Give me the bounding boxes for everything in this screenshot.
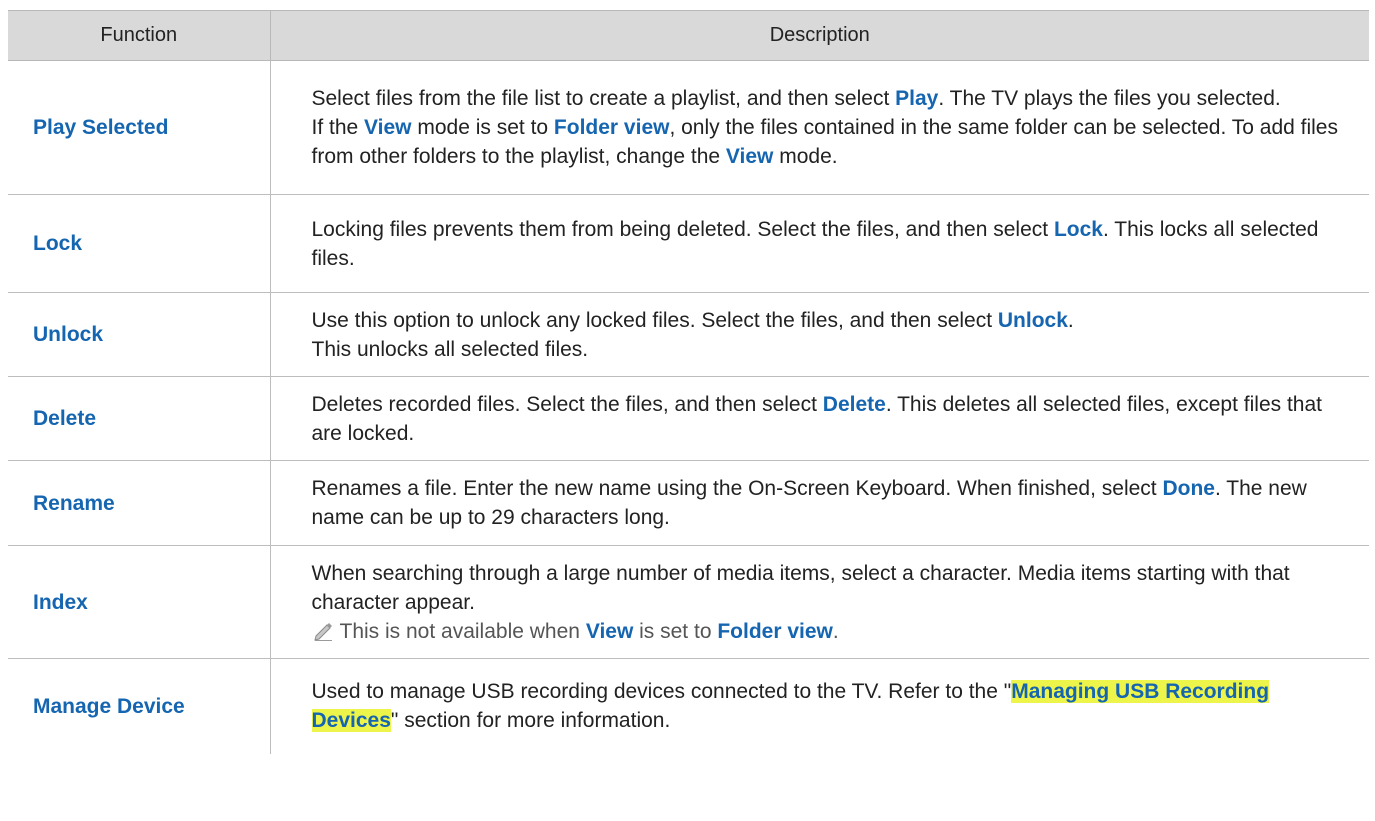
description-line: When searching through a large number of…: [312, 559, 1342, 617]
table-row: Unlock Use this option to unlock any lock…: [8, 292, 1369, 377]
description-text: . The TV plays the files you selected.: [938, 87, 1281, 110]
description-line: If the View mode is set to Folder view, …: [312, 113, 1342, 171]
function-table-wrapper: Function Description Play Selected Select…: [8, 10, 1369, 754]
function-name: Rename: [8, 460, 270, 546]
table-row: Rename Renames a file. Enter the new name…: [8, 460, 1369, 546]
description-text: If the: [311, 116, 365, 139]
function-name: Play Selected: [8, 60, 270, 195]
ui-keyword: View: [585, 619, 634, 643]
description-line: Select files from the file list to creat…: [312, 84, 1342, 113]
description-text: Renames a file. Enter the new name using…: [311, 477, 1163, 500]
description-line: This unlocks all selected files.: [312, 335, 1342, 364]
function-description: When searching through a large number of…: [269, 545, 1369, 659]
description-line: This is not available when View is set t…: [312, 617, 1342, 646]
description-text: mode.: [773, 145, 838, 168]
ui-keyword: Lock: [1053, 217, 1103, 241]
function-name: Index: [8, 545, 270, 659]
column-header-function: Function: [8, 10, 270, 61]
description-line: Used to manage USB recording devices con…: [311, 677, 1342, 735]
description-line: Use this option to unlock any locked fil…: [312, 306, 1342, 335]
description-text: " section for more information.: [390, 709, 671, 733]
description-text: .: [832, 619, 839, 643]
ui-keyword: View: [364, 116, 412, 139]
description-text: Locking files prevents them from being d…: [311, 217, 1054, 241]
table-row: Play Selected Select files from the file …: [8, 60, 1369, 195]
table-row: Index When searching through a large numb…: [8, 545, 1369, 659]
function-description: Deletes recorded files. Select the files…: [269, 376, 1369, 461]
description-text: Use this option to unlock any locked fil…: [311, 308, 998, 332]
column-header-description: Description: [269, 10, 1369, 61]
description-text: Used to manage USB recording devices con…: [311, 680, 1012, 704]
table-row: Lock Locking files prevents them from bei…: [8, 194, 1369, 293]
description-text: This unlocks all selected files.: [311, 337, 589, 361]
function-description: Renames a file. Enter the new name using…: [269, 460, 1369, 546]
table-header-row: Function Description: [8, 10, 1369, 61]
description-text: is set to: [633, 619, 718, 643]
description-text: Select files from the file list to creat…: [311, 87, 896, 110]
description-text: Deletes recorded files. Select the files…: [311, 392, 823, 416]
ui-keyword: Delete: [822, 392, 886, 416]
function-description: Locking files prevents them from being d…: [269, 194, 1369, 293]
ui-keyword: Folder view: [553, 116, 670, 139]
description-text: When searching through a large number of…: [311, 561, 1290, 614]
function-name: Unlock: [8, 292, 270, 377]
ui-keyword: Done: [1162, 477, 1215, 500]
ui-keyword: Play: [895, 87, 939, 110]
description-line: Renames a file. Enter the new name using…: [312, 474, 1342, 532]
description-line: Deletes recorded files. Select the files…: [312, 390, 1342, 448]
function-description: Used to manage USB recording devices con…: [269, 658, 1369, 754]
ui-keyword: Folder view: [717, 619, 833, 643]
ui-keyword: Unlock: [997, 308, 1068, 332]
table-row: Manage Device Used to manage USB recordin…: [8, 658, 1369, 754]
function-table: Function Description Play Selected Select…: [8, 10, 1369, 754]
function-name: Lock: [8, 194, 270, 293]
table-row: Delete Deletes recorded files. Select the…: [8, 376, 1369, 461]
description-line: Locking files prevents them from being d…: [312, 215, 1342, 273]
description-text: .: [1067, 308, 1074, 332]
function-description: Use this option to unlock any locked fil…: [269, 292, 1369, 377]
function-description: Select files from the file list to creat…: [269, 60, 1369, 195]
description-text: mode is set to: [411, 116, 554, 139]
description-text: This is not available when: [339, 619, 586, 643]
function-name: Manage Device: [33, 694, 185, 718]
ui-keyword: View: [725, 145, 774, 168]
function-name: Delete: [8, 376, 270, 461]
pencil-icon: [313, 622, 332, 641]
